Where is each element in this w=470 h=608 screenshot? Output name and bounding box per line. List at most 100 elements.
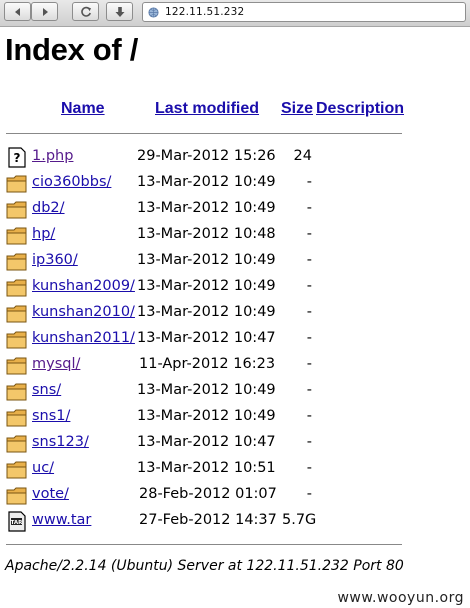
table-row: sns123/13-Mar-2012 10:47 - [0,432,470,458]
column-header-name[interactable]: Name [61,100,105,118]
address-bar[interactable]: 122.11.51.232 [142,2,466,22]
last-modified: 28-Feb-2012 01:07 [139,486,277,502]
address-url: 122.11.51.232 [165,6,245,18]
reload-icon [80,6,91,17]
folder-icon [6,459,28,480]
forward-button[interactable] [31,2,58,21]
back-button[interactable] [4,2,31,21]
file-size: - [306,330,312,346]
file-size: - [306,278,312,294]
last-modified: 13-Mar-2012 10:49 [137,200,276,216]
file-size: - [306,226,312,242]
folder-icon [6,381,28,402]
folder-icon [6,329,28,350]
table-row: hp/13-Mar-2012 10:48 - [0,224,470,250]
file-size: - [306,174,312,190]
unknown-file-icon: ? [6,147,28,168]
file-size: 5.7G [282,512,317,528]
last-modified: 13-Mar-2012 10:51 [137,460,276,476]
file-size: - [306,252,312,268]
folder-icon [6,173,28,194]
last-modified: 13-Mar-2012 10:49 [137,408,276,424]
file-size: - [306,486,312,502]
download-arrow-icon [115,6,124,17]
file-link[interactable]: kunshan2011/ [32,330,135,346]
table-row: sns/13-Mar-2012 10:49 - [0,380,470,406]
table-row: ? 1.php 29-Mar-2012 15:26 24 [0,146,470,172]
table-row: TAR www.tar 27-Feb-2012 14:37 5.7G [0,510,470,536]
tar-archive-icon: TAR [6,511,28,532]
file-size: - [306,356,312,372]
folder-icon [6,277,28,298]
file-link[interactable]: mysql/ [32,356,80,372]
last-modified: 29-Mar-2012 15:26 [137,148,276,164]
folder-icon [6,251,28,272]
last-modified: 27-Feb-2012 14:37 [139,512,277,528]
page-title: Index of / [5,32,139,67]
last-modified: 13-Mar-2012 10:49 [137,304,276,320]
last-modified: 13-Mar-2012 10:49 [137,278,276,294]
svg-text:TAR: TAR [11,520,24,526]
file-link[interactable]: db2/ [32,200,65,216]
sort-by-name-link[interactable]: Name [61,100,105,117]
table-row: uc/13-Mar-2012 10:51 - [0,458,470,484]
folder-icon [6,355,28,376]
file-link[interactable]: uc/ [32,460,54,476]
last-modified: 13-Mar-2012 10:47 [137,330,276,346]
folder-icon [6,303,28,324]
file-link[interactable]: kunshan2009/ [32,278,135,294]
last-modified: 13-Mar-2012 10:49 [137,174,276,190]
svg-text:?: ? [14,151,21,165]
footer-divider [6,544,402,545]
table-row: vote/28-Feb-2012 01:07 - [0,484,470,510]
file-link[interactable]: hp/ [32,226,55,242]
server-signature: Apache/2.2.14 (Ubuntu) Server at 122.11.… [5,558,404,574]
file-link[interactable]: sns/ [32,382,61,398]
last-modified: 13-Mar-2012 10:47 [137,434,276,450]
table-row: cio360bbs/13-Mar-2012 10:49 - [0,172,470,198]
last-modified: 13-Mar-2012 10:48 [137,226,276,242]
file-link[interactable]: ip360/ [32,252,78,268]
forward-arrow-icon [42,7,48,16]
table-row: mysql/11-Apr-2012 16:23 - [0,354,470,380]
last-modified: 11-Apr-2012 16:23 [139,356,276,372]
file-size: - [306,434,312,450]
file-link[interactable]: 1.php [32,148,73,164]
table-row: kunshan2011/13-Mar-2012 10:47 - [0,328,470,354]
folder-icon [6,199,28,220]
file-link[interactable]: www.tar [32,512,91,528]
folder-icon [6,433,28,454]
reload-button[interactable] [72,2,99,21]
last-modified: 13-Mar-2012 10:49 [137,382,276,398]
file-size: 24 [293,148,312,164]
file-link[interactable]: vote/ [32,486,69,502]
file-link[interactable]: cio360bbs/ [32,174,111,190]
column-header-last-modified[interactable]: Last modified [155,100,259,118]
table-row: kunshan2009/13-Mar-2012 10:49 - [0,276,470,302]
sort-by-description-link[interactable]: Description [316,100,404,117]
header-divider [6,133,402,134]
watermark: www.wooyun.org [337,590,464,606]
file-size: - [306,304,312,320]
download-button[interactable] [106,2,133,21]
column-header-description[interactable]: Description [316,100,404,118]
file-size: - [306,408,312,424]
table-row: db2/13-Mar-2012 10:49 - [0,198,470,224]
browser-toolbar: 122.11.51.232 [0,0,470,27]
folder-icon [6,407,28,428]
last-modified: 13-Mar-2012 10:49 [137,252,276,268]
sort-by-last-modified-link[interactable]: Last modified [155,100,259,117]
globe-icon [148,6,159,18]
column-header-size[interactable]: Size [281,100,313,118]
folder-icon [6,485,28,506]
sort-by-size-link[interactable]: Size [281,100,313,117]
file-size: - [306,382,312,398]
file-size: - [306,460,312,476]
table-row: ip360/13-Mar-2012 10:49 - [0,250,470,276]
file-link[interactable]: sns123/ [32,434,89,450]
file-link[interactable]: sns1/ [32,408,70,424]
folder-icon [6,225,28,246]
file-link[interactable]: kunshan2010/ [32,304,135,320]
back-arrow-icon [14,7,20,16]
table-row: kunshan2010/13-Mar-2012 10:49 - [0,302,470,328]
